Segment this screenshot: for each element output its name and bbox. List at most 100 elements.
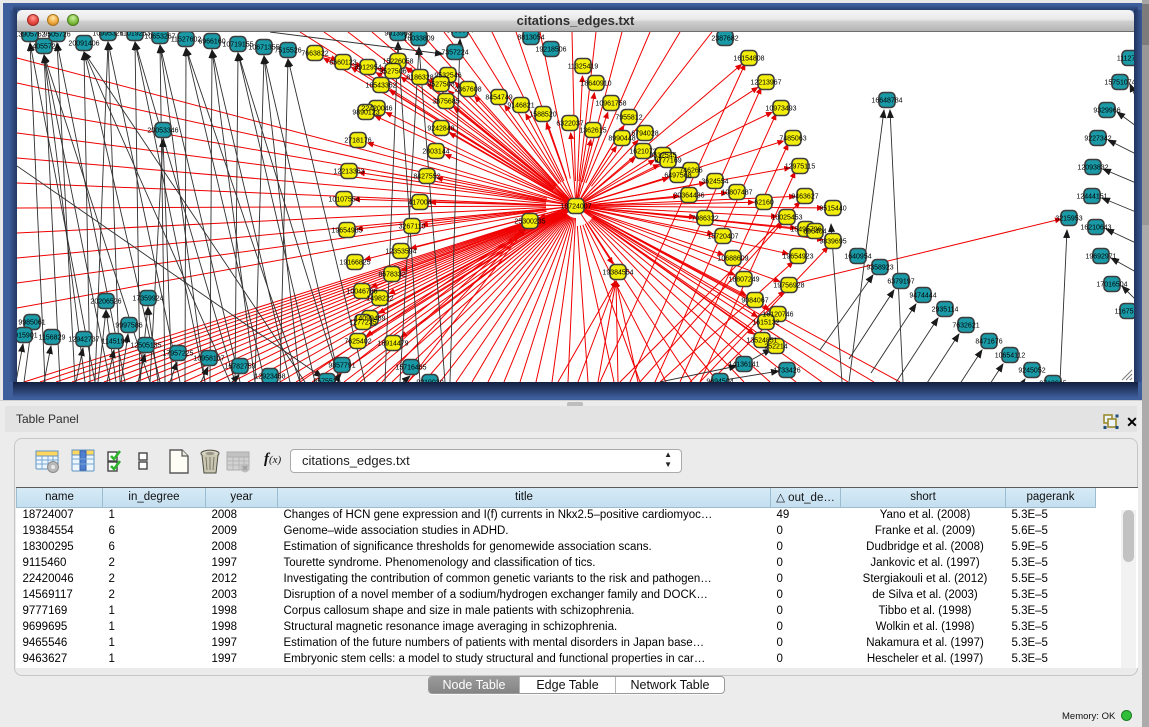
svg-text:9242848: 9242848: [427, 126, 454, 133]
svg-text:16033809: 16033809: [403, 36, 434, 43]
svg-text:2387682: 2387682: [711, 36, 738, 43]
svg-text:8660123: 8660123: [329, 60, 356, 67]
svg-text:1362615: 1362615: [579, 128, 606, 135]
svg-text:1640954: 1640954: [844, 254, 871, 261]
svg-text:9146821: 9146821: [507, 103, 534, 110]
svg-text:2367608: 2367608: [454, 87, 481, 94]
svg-text:1733426: 1733426: [773, 368, 800, 375]
svg-text:8454749: 8454749: [485, 95, 512, 102]
svg-text:9710015: 9710015: [1039, 381, 1066, 383]
svg-text:14136141: 14136141: [728, 362, 759, 369]
svg-text:2718176: 2718176: [344, 138, 371, 145]
svg-text:16543362: 16543362: [365, 83, 396, 90]
svg-text:20053346: 20053346: [147, 128, 178, 135]
svg-text:9532546: 9532546: [434, 73, 461, 80]
svg-text:7986322: 7986322: [691, 216, 718, 223]
svg-text:11527602: 11527602: [171, 37, 202, 44]
svg-text:3624554: 3624554: [701, 179, 728, 186]
svg-text:6379197: 6379197: [887, 279, 914, 286]
svg-text:9358923: 9358923: [866, 265, 893, 272]
svg-text:15226058: 15226058: [382, 59, 413, 66]
svg-text:9505726: 9505726: [43, 32, 70, 39]
svg-text:7955812: 7955812: [615, 115, 642, 122]
svg-text:18724007: 18724007: [560, 204, 591, 211]
svg-text:3915901: 3915901: [17, 333, 38, 340]
svg-text:9985061: 9985061: [18, 320, 45, 327]
svg-text:7485063: 7485063: [779, 136, 806, 143]
svg-text:13905762: 13905762: [17, 32, 46, 39]
svg-text:17359924: 17359924: [132, 296, 163, 303]
svg-text:7632621: 7632621: [952, 323, 979, 330]
svg-text:19218506: 19218506: [535, 47, 566, 54]
svg-text:9084067: 9084067: [741, 298, 768, 305]
svg-text:15716485: 15716485: [395, 365, 426, 372]
svg-text:19166825: 19166825: [339, 260, 370, 267]
svg-text:7663822: 7663822: [301, 51, 328, 58]
svg-text:19654985: 19654985: [331, 228, 362, 235]
svg-text:9890123: 9890123: [352, 110, 379, 117]
svg-text:9463627: 9463627: [791, 194, 818, 201]
svg-text:10107554: 10107554: [328, 197, 359, 204]
svg-text:10046786: 10046786: [346, 289, 377, 296]
svg-text:7357224: 7357224: [441, 50, 468, 57]
svg-text:1588520: 1588520: [529, 112, 556, 119]
svg-text:16120746: 16120746: [762, 312, 793, 319]
svg-text:10807487: 10807487: [721, 190, 752, 197]
svg-text:6794028: 6794028: [631, 131, 658, 138]
svg-text:18807249: 18807249: [728, 277, 759, 284]
svg-text:9997586: 9997586: [115, 323, 142, 330]
svg-text:9474444: 9474444: [909, 293, 936, 300]
svg-text:9857791: 9857791: [328, 363, 355, 370]
svg-text:18640910: 18640910: [580, 81, 611, 88]
svg-text:8678332: 8678332: [378, 272, 405, 279]
svg-text:9777169: 9777169: [654, 158, 681, 165]
svg-text:17957225: 17957225: [162, 351, 193, 358]
svg-text:8912954: 8912954: [354, 65, 381, 72]
svg-text:6322037: 6322037: [556, 121, 583, 128]
svg-text:19384554: 19384554: [602, 270, 633, 277]
svg-text:9227342: 9227342: [1084, 136, 1111, 143]
svg-text:9219030: 9219030: [416, 380, 443, 383]
svg-text:25300235: 25300235: [514, 219, 545, 226]
svg-text:12942737: 12942737: [68, 337, 99, 344]
svg-text:11325419: 11325419: [568, 64, 599, 71]
svg-text:8471676: 8471676: [975, 339, 1002, 346]
svg-text:2803144: 2803144: [422, 149, 449, 156]
svg-text:12975115: 12975115: [785, 164, 816, 171]
svg-text:16154808: 16154808: [733, 56, 764, 63]
svg-text:20206526: 20206526: [90, 299, 121, 306]
svg-text:2935114: 2935114: [932, 307, 959, 314]
svg-text:1145194: 1145194: [102, 339, 129, 346]
svg-text:9694504: 9694504: [706, 379, 733, 383]
svg-text:3267110: 3267110: [399, 224, 426, 231]
svg-text:10958107: 10958107: [193, 356, 224, 363]
svg-text:12353594: 12353594: [385, 249, 416, 256]
svg-text:3215953: 3215953: [1055, 216, 1082, 223]
svg-text:10688609: 10688609: [717, 256, 748, 263]
svg-text:16914479: 16914479: [377, 341, 408, 348]
svg-text:7625402: 7625402: [344, 339, 371, 346]
svg-text:19692971: 19692971: [1085, 254, 1116, 261]
svg-text:12213363: 12213363: [333, 169, 364, 176]
svg-text:62160: 62160: [754, 200, 774, 207]
svg-text:9839695: 9839695: [819, 239, 846, 246]
svg-text:12444151: 12444151: [1076, 194, 1107, 201]
svg-text:12923468: 12923468: [254, 374, 285, 381]
svg-text:19756928: 19756928: [773, 283, 804, 290]
svg-text:1277235: 1277235: [349, 320, 376, 327]
svg-text:1615132: 1615132: [752, 320, 779, 327]
svg-text:8813054: 8813054: [517, 35, 544, 42]
svg-text:8186328: 8186328: [406, 75, 433, 82]
svg-text:9245052: 9245052: [1018, 368, 1045, 375]
svg-text:20364436: 20364436: [673, 193, 704, 200]
svg-text:1167533: 1167533: [1115, 309, 1134, 316]
svg-text:1498222: 1498222: [366, 296, 393, 303]
svg-text:7515526: 7515526: [274, 48, 301, 55]
svg-text:19654923: 19654923: [782, 254, 813, 261]
svg-text:8427552: 8427552: [413, 174, 440, 181]
svg-text:252214: 252214: [764, 344, 787, 351]
svg-text:15751074: 15751074: [1104, 80, 1134, 87]
svg-text:17016504: 17016504: [1096, 282, 1127, 289]
svg-text:1112753: 1112753: [1117, 56, 1134, 63]
svg-text:1156829: 1156829: [39, 335, 66, 342]
